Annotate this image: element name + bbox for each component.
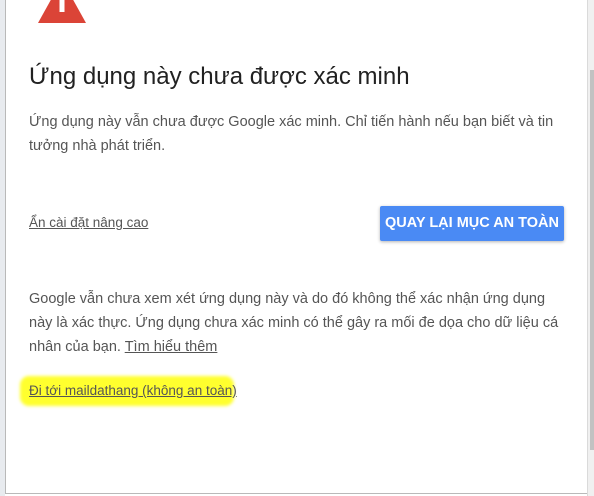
hide-advanced-link[interactable]: Ẩn cài đặt nâng cao <box>29 213 148 233</box>
details-text: Google vẫn chưa xem xét ứng dụng này và … <box>29 287 565 359</box>
warning-description: Ứng dụng này vẫn chưa được Google xác mi… <box>29 114 554 154</box>
back-to-safety-button[interactable]: QUAY LẠI MỤC AN TOÀN <box>380 206 564 241</box>
learn-more-link[interactable]: Tìm hiểu thêm <box>125 339 218 355</box>
page-title: Ứng dụng này chưa được xác minh <box>29 63 410 90</box>
scrollbar-thumb[interactable] <box>590 70 594 450</box>
proceed-unsafe-link[interactable]: Đi tới maildathang (không an toàn) <box>29 381 237 401</box>
scrollbar[interactable] <box>587 0 594 496</box>
warning-triangle-icon <box>38 0 86 23</box>
details-body: Google vẫn chưa xem xét ứng dụng này và … <box>29 291 559 355</box>
